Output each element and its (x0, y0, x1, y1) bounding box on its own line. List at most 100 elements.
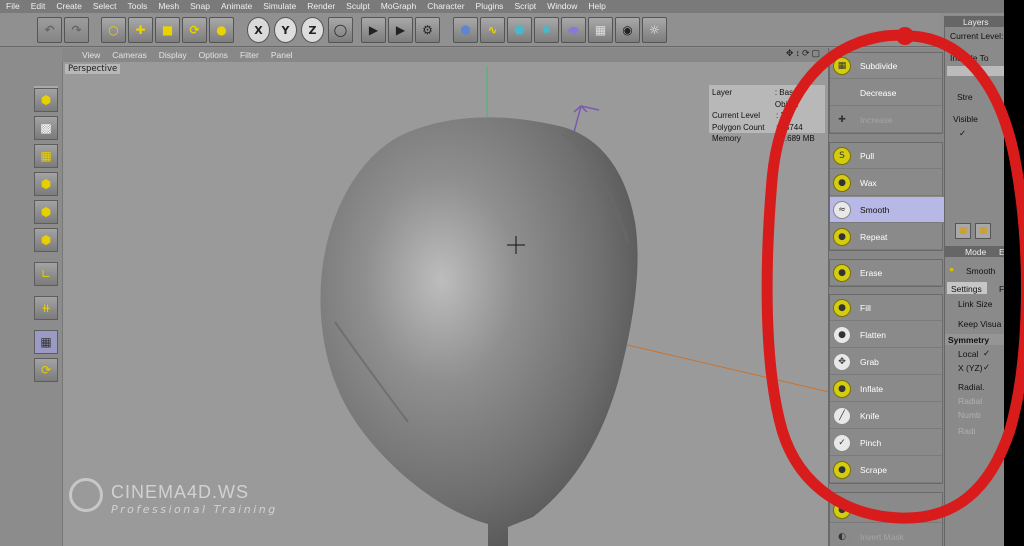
keep-visual-label[interactable]: Keep Visua (958, 319, 1001, 329)
cube-icon[interactable]: ⬢ (453, 17, 478, 43)
light-icon[interactable]: ☼ (642, 17, 667, 43)
nurbs-icon[interactable]: ⬣ (507, 17, 532, 43)
local-label[interactable]: Local (958, 349, 978, 359)
number-label: Numb (958, 410, 981, 420)
snap-icon[interactable]: ⧺ (34, 296, 58, 320)
brush-label: Pull (860, 150, 875, 161)
x-yz-check-icon[interactable]: ✓ (983, 362, 990, 373)
repeat-brush-button[interactable]: ● Repeat (830, 224, 944, 250)
x-axis-icon[interactable]: X (247, 17, 270, 43)
menu-mesh[interactable]: Mesh (158, 0, 179, 13)
flatten-brush-button[interactable]: ● Flatten (830, 322, 944, 348)
edit-render-settings-icon[interactable]: ⚙ (415, 17, 440, 43)
render-picture-viewer-icon[interactable]: ▶ (388, 17, 413, 43)
mask-brush-button[interactable]: ● (830, 497, 944, 523)
decrease-button[interactable]: Decrease (830, 80, 944, 106)
x-yz-label[interactable]: X (YZ) (958, 363, 983, 373)
perspective-viewport[interactable]: Perspective Layer: Base Object Current L… (62, 62, 828, 546)
coordinate-system-icon[interactable]: ◯ (328, 17, 353, 43)
menu-character[interactable]: Character (427, 0, 464, 13)
viewport-menu-cameras[interactable]: Cameras (112, 50, 146, 60)
move-icon[interactable]: ✚ (128, 17, 153, 43)
viewport-menu-filter[interactable]: Filter (240, 50, 259, 60)
menu-animate[interactable]: Animate (221, 0, 252, 13)
polygons-mode-icon[interactable]: ⬢ (34, 228, 58, 252)
rotate-icon[interactable]: ⟳ (182, 17, 207, 43)
menu-script[interactable]: Script (514, 0, 536, 13)
link-size-label[interactable]: Link Size (958, 299, 993, 309)
z-axis-icon[interactable]: Z (301, 17, 324, 43)
world-axis-arrow (572, 104, 600, 137)
add-layer-icon[interactable]: ▦ (955, 223, 971, 239)
knife-brush-button[interactable]: ╱ Knife (830, 403, 944, 429)
viewport-menu-options[interactable]: Options (199, 50, 228, 60)
axis-mode-icon[interactable]: ∟ (34, 262, 58, 286)
viewport-menu-display[interactable]: Display (159, 50, 187, 60)
brush-icon: ● (833, 500, 851, 519)
pinch-brush-icon: ✓ (833, 433, 851, 452)
menu-tools[interactable]: Tools (128, 0, 148, 13)
pull-brush-button[interactable]: S Pull (830, 143, 944, 169)
floor-icon[interactable]: ▦ (588, 17, 613, 43)
subdivide-button[interactable]: ▦ Subdivide (830, 53, 944, 79)
menu-file[interactable]: File (6, 0, 20, 13)
menu-select[interactable]: Select (93, 0, 117, 13)
menu-plugins[interactable]: Plugins (476, 0, 504, 13)
viewport-menu-view[interactable]: View (82, 50, 100, 60)
increase-button[interactable]: ✚ Increase (830, 107, 944, 133)
smooth-brush-button[interactable]: ≈ Smooth (830, 197, 944, 223)
menu-create[interactable]: Create (56, 0, 82, 13)
menu-edit[interactable]: Edit (31, 0, 46, 13)
undo-icon[interactable]: ↶ (37, 17, 62, 43)
local-check-icon[interactable]: ✓ (983, 348, 990, 359)
inflate-brush-button[interactable]: ● Inflate (830, 376, 944, 402)
points-mode-icon[interactable]: ⬢ (34, 172, 58, 196)
menu-help[interactable]: Help (588, 0, 605, 13)
scrape-brush-icon: ● (833, 460, 851, 479)
redo-icon[interactable]: ↷ (64, 17, 89, 43)
sculpt-mode-icon[interactable]: ⟳ (34, 358, 58, 382)
wax-brush-button[interactable]: ● Wax (830, 170, 944, 196)
radial-label[interactable]: Radial. (958, 382, 984, 392)
edges-mode-icon[interactable]: ⬢ (34, 200, 58, 224)
include-checkbox-label[interactable]: Include To (950, 53, 989, 63)
workplane-lock-icon[interactable]: ▦ (34, 330, 58, 354)
scale-icon[interactable]: ■ (155, 17, 180, 43)
render-view-icon[interactable]: ▶ (361, 17, 386, 43)
visible-check-icon[interactable]: ✓ (959, 128, 966, 139)
brush-label: Fill (860, 302, 871, 313)
erase-brush-button[interactable]: ● Erase (830, 260, 944, 286)
layers-tab[interactable]: Layers (963, 17, 989, 27)
symmetry-label[interactable]: Symmetry (948, 335, 989, 345)
pinch-brush-button[interactable]: ✓ Pinch (830, 430, 944, 456)
menu-window[interactable]: Window (547, 0, 577, 13)
spline-icon[interactable]: ∿ (480, 17, 505, 43)
live-selection-icon[interactable]: ○ (101, 17, 126, 43)
scrape-brush-button[interactable]: ● Scrape (830, 457, 944, 483)
camera-icon[interactable]: ◉ (615, 17, 640, 43)
layer-slider[interactable] (947, 66, 1004, 76)
grab-brush-button[interactable]: ✥ Grab (830, 349, 944, 375)
fill-brush-button[interactable]: ● Fill (830, 295, 944, 321)
menu-simulate[interactable]: Simulate (263, 0, 296, 13)
object-mode-icon[interactable]: ⬢ (34, 88, 58, 112)
settings-tab[interactable]: Settings (951, 284, 982, 294)
viewport-nav-icons[interactable]: ✥↕⟳▢ (786, 48, 822, 59)
workplane-icon[interactable]: ▦ (34, 144, 58, 168)
menu-render[interactable]: Render (307, 0, 335, 13)
watermark-subtitle: Professional Training (111, 503, 278, 516)
texture-mode-icon[interactable]: ▩ (34, 116, 58, 140)
invert-mask-button[interactable]: ◐ Invert Mask (830, 524, 944, 546)
array-icon[interactable]: ✹ (534, 17, 559, 43)
object-info-hud: Layer: Base Object Current Level: 3 Poly… (709, 85, 825, 143)
mode-tab[interactable]: Mode (965, 247, 986, 257)
menu-mograph[interactable]: MoGraph (381, 0, 416, 13)
deformer-icon[interactable]: ⬬ (561, 17, 586, 43)
menu-sculpt[interactable]: Sculpt (346, 0, 370, 13)
last-tool-icon[interactable]: ● (209, 17, 234, 43)
flatten-brush-icon: ● (833, 325, 851, 344)
menu-snap[interactable]: Snap (190, 0, 210, 13)
viewport-menu-panel[interactable]: Panel (271, 50, 293, 60)
add-folder-icon[interactable]: ▦ (975, 223, 991, 239)
y-axis-icon[interactable]: Y (274, 17, 297, 43)
